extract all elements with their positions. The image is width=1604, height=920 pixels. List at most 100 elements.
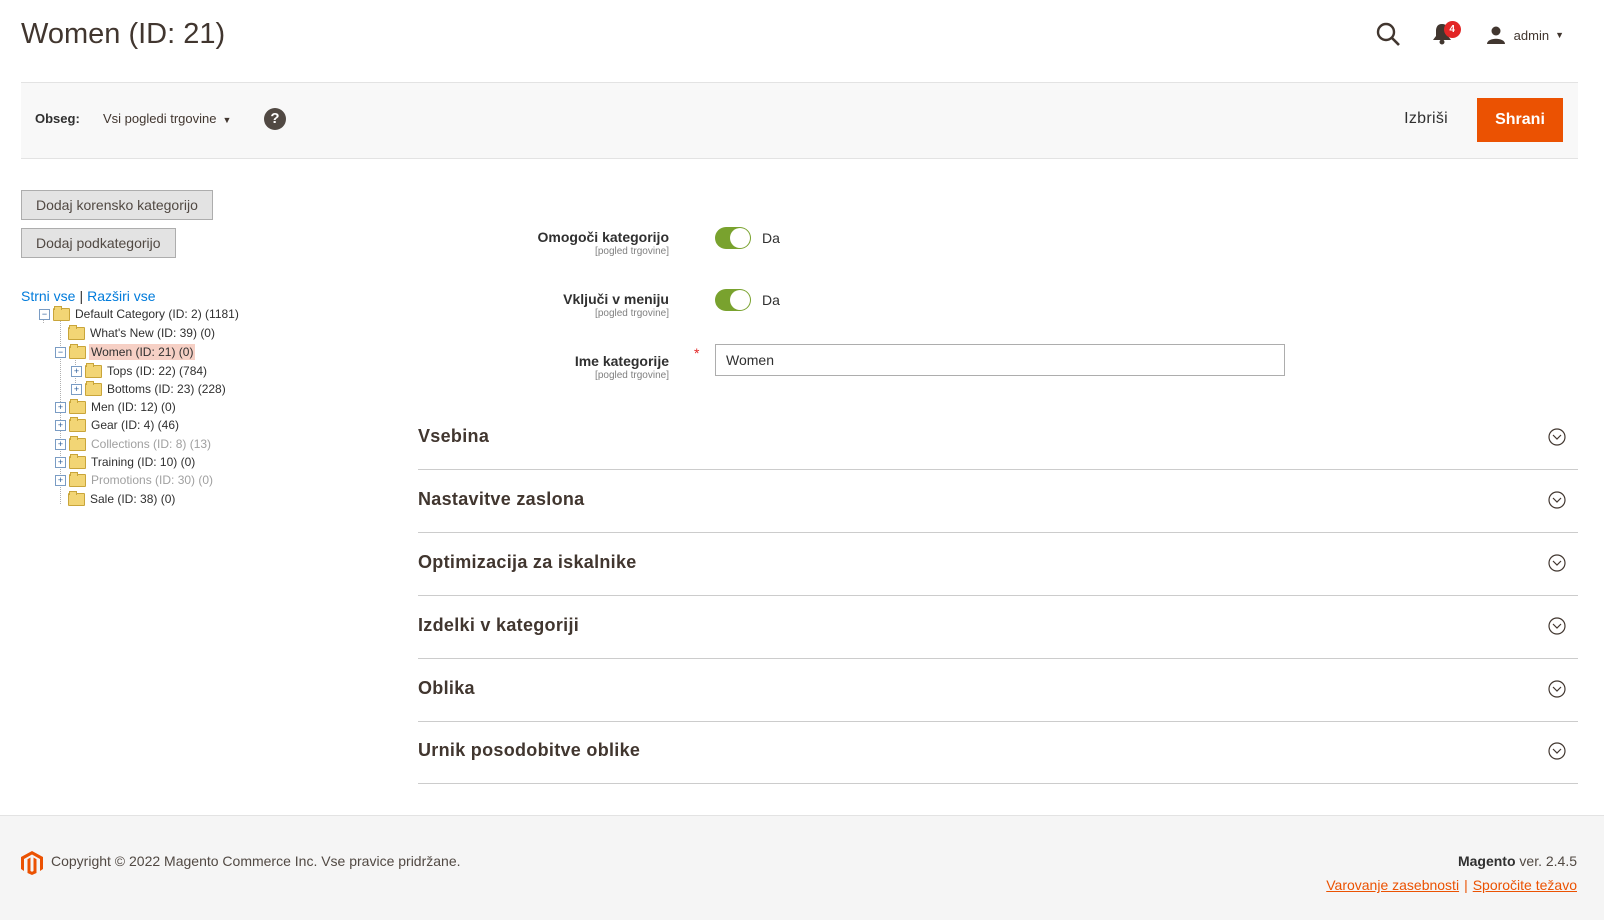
magento-logo-icon xyxy=(21,851,43,875)
folder-icon xyxy=(69,453,86,469)
folder-icon xyxy=(68,324,85,340)
folder-icon xyxy=(85,362,102,378)
expand-icon[interactable]: + xyxy=(55,401,66,413)
expand-icon[interactable]: + xyxy=(71,383,82,395)
tree-node-label[interactable]: Tops (ID: 22) (784) xyxy=(105,363,209,379)
tree-node-selected[interactable]: − Women (ID: 21) (0) xyxy=(55,343,196,361)
folder-icon xyxy=(69,343,86,359)
report-issue-link[interactable]: Sporočite težavo xyxy=(1473,877,1577,893)
version-text: ver. 2.4.5 xyxy=(1519,853,1577,869)
save-button[interactable]: Shrani xyxy=(1477,98,1563,142)
section-products-in-category[interactable]: Izdelki v kategoriji xyxy=(418,596,1578,659)
tree-node[interactable]: + Training (ID: 10) (0) xyxy=(55,453,197,471)
user-menu[interactable]: admin ▼ xyxy=(1486,26,1564,44)
scope-hint: [pogled trgovine] xyxy=(595,308,669,319)
footer-links: Varovanje zasebnosti | Sporočite težavo xyxy=(1326,877,1577,893)
scope-value: Vsi pogledi trgovine xyxy=(103,111,217,126)
section-content[interactable]: Vsebina xyxy=(418,407,1578,470)
privacy-policy-link[interactable]: Varovanje zasebnosti xyxy=(1326,877,1459,893)
enable-category-label-text: Omogoči kategorijo xyxy=(537,229,669,245)
include-in-menu-label: Vključi v meniju [pogled trgovine] xyxy=(563,291,669,319)
user-icon xyxy=(1486,26,1505,44)
tree-node-label[interactable]: Gear (ID: 4) (46) xyxy=(89,417,181,433)
enable-category-label: Omogoči kategorijo [pogled trgovine] xyxy=(538,229,669,257)
chevron-down-circle-icon xyxy=(1548,680,1566,698)
chevron-down-circle-icon xyxy=(1548,554,1566,572)
chevron-down-circle-icon xyxy=(1548,617,1566,635)
section-display-settings[interactable]: Nastavitve zaslona xyxy=(418,470,1578,533)
page-actions-toolbar: Obseg: Vsi pogledi trgovine ▼ ? Izbriši S… xyxy=(21,82,1578,159)
section-schedule-design-update[interactable]: Urnik posodobitve oblike xyxy=(418,721,1578,784)
chevron-down-icon: ▼ xyxy=(222,115,232,125)
tree-node[interactable]: + Gear (ID: 4) (46) xyxy=(55,416,181,434)
include-in-menu-toggle[interactable] xyxy=(715,289,751,311)
category-name-input[interactable] xyxy=(715,344,1285,376)
required-asterisk: * xyxy=(694,345,700,361)
tree-node-label[interactable]: Default Category (ID: 2) (1181) xyxy=(73,306,241,322)
tree-node[interactable]: + Men (ID: 12) (0) xyxy=(55,398,178,416)
copyright-text: Copyright © 2022 Magento Commerce Inc. V… xyxy=(51,853,461,869)
tree-node[interactable]: + Collections (ID: 8) (13) xyxy=(55,435,213,453)
tree-node[interactable]: What's New (ID: 39) (0) xyxy=(68,324,217,342)
brand-name: Magento xyxy=(1457,853,1516,869)
scope-hint: [pogled trgovine] xyxy=(595,246,669,257)
tree-node[interactable]: − Default Category (ID: 2) (1181) xyxy=(39,305,241,323)
enable-category-toggle[interactable] xyxy=(715,227,751,249)
enable-category-value: Da xyxy=(762,230,780,246)
folder-icon xyxy=(85,380,102,396)
tree-node-label[interactable]: Collections (ID: 8) (13) xyxy=(89,436,213,452)
folder-icon xyxy=(69,471,86,487)
folder-icon xyxy=(68,490,85,506)
tree-node[interactable]: Sale (ID: 38) (0) xyxy=(68,490,177,508)
scope-switcher[interactable]: Vsi pogledi trgovine ▼ xyxy=(103,111,231,126)
collapse-all-link[interactable]: Strni vse xyxy=(21,288,75,304)
chevron-down-circle-icon xyxy=(1548,428,1566,446)
collapse-icon[interactable]: − xyxy=(55,346,66,358)
tree-node[interactable]: + Tops (ID: 22) (784) xyxy=(71,362,209,380)
section-title: Optimizacija za iskalnike xyxy=(418,552,637,572)
tree-node-label[interactable]: Men (ID: 12) (0) xyxy=(89,399,178,415)
tree-node[interactable]: + Promotions (ID: 30) (0) xyxy=(55,471,215,489)
add-root-category-button[interactable]: Dodaj korensko kategorijo xyxy=(21,190,213,220)
tree-node[interactable]: + Bottoms (ID: 23) (228) xyxy=(71,380,228,398)
tree-node-label[interactable]: Sale (ID: 38) (0) xyxy=(88,491,177,507)
tree-node-label[interactable]: Training (ID: 10) (0) xyxy=(89,454,197,470)
expand-icon[interactable]: + xyxy=(55,419,66,431)
category-name-label-text: Ime kategorije xyxy=(574,353,669,369)
include-in-menu-label-text: Vključi v meniju xyxy=(563,291,669,307)
section-design[interactable]: Oblika xyxy=(418,659,1578,722)
tree-node-label[interactable]: What's New (ID: 39) (0) xyxy=(88,325,217,341)
include-in-menu-value: Da xyxy=(762,292,780,308)
tree-expand-controls: Strni vse | Razširi vse xyxy=(21,288,156,304)
section-title: Izdelki v kategoriji xyxy=(418,615,580,635)
notifications-badge: 4 xyxy=(1443,21,1461,38)
expand-icon[interactable]: + xyxy=(55,474,66,486)
tree-node-label[interactable]: Women (ID: 21) (0) xyxy=(89,344,196,360)
add-subcategory-button[interactable]: Dodaj podkategorijo xyxy=(21,228,176,258)
collapse-icon[interactable]: − xyxy=(39,308,50,320)
tree-node-label[interactable]: Promotions (ID: 30) (0) xyxy=(89,472,215,488)
notifications-bell-icon[interactable]: 4 xyxy=(1432,21,1461,47)
scope-hint: [pogled trgovine] xyxy=(595,370,669,381)
page-title: Women (ID: 21) xyxy=(21,18,226,50)
folder-icon xyxy=(69,435,86,451)
expand-icon[interactable]: + xyxy=(71,365,82,377)
user-name: admin xyxy=(1513,27,1550,43)
section-title: Urnik posodobitve oblike xyxy=(418,740,641,760)
folder-icon xyxy=(69,398,86,414)
tree-node-label[interactable]: Bottoms (ID: 23) (228) xyxy=(105,381,228,397)
expand-icon[interactable]: + xyxy=(55,456,66,468)
header-actions: 4 admin ▼ xyxy=(1376,21,1564,48)
expand-icon[interactable]: + xyxy=(55,438,66,450)
section-title: Vsebina xyxy=(418,426,490,446)
expand-all-link[interactable]: Razširi vse xyxy=(87,288,155,304)
chevron-down-circle-icon xyxy=(1548,742,1566,760)
help-icon[interactable]: ? xyxy=(264,108,286,130)
delete-button[interactable]: Izbriši xyxy=(1404,110,1448,128)
section-seo[interactable]: Optimizacija za iskalnike xyxy=(418,533,1578,596)
folder-icon xyxy=(53,305,70,321)
search-icon[interactable] xyxy=(1376,22,1402,48)
category-name-label: Ime kategorije [pogled trgovine] xyxy=(575,353,669,381)
version-info: Magento ver. 2.4.5 xyxy=(1458,853,1577,869)
chevron-down-circle-icon xyxy=(1548,491,1566,509)
